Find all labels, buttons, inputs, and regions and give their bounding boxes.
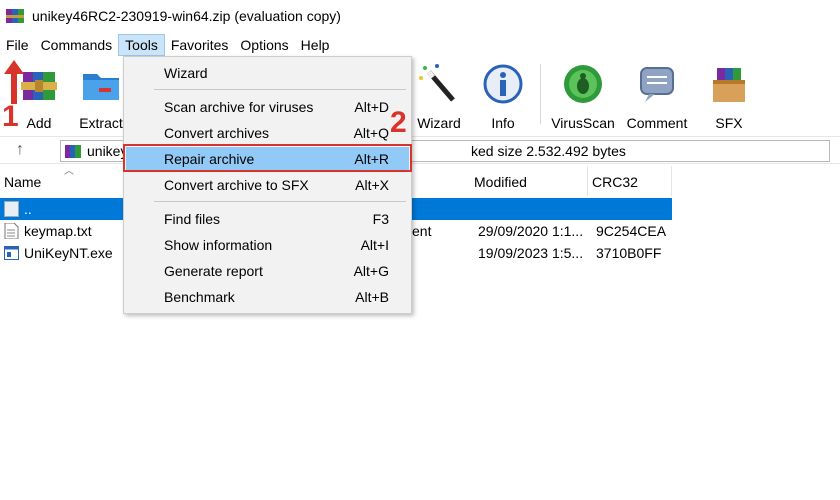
highlight-box (123, 144, 412, 172)
row-type: ent (412, 223, 432, 239)
comment-label: Comment (626, 115, 688, 131)
menu-favorites[interactable]: Favorites (165, 34, 235, 56)
comment-icon (640, 67, 674, 102)
virus-scan-icon (564, 65, 602, 103)
winrar-app-icon (6, 7, 24, 25)
info-button[interactable]: Info (468, 62, 538, 131)
sfx-label: SFX (715, 115, 743, 131)
wizard-button[interactable]: Wizard (404, 62, 474, 131)
menu-tools[interactable]: Tools (118, 34, 165, 56)
archive-summary: ked size 2.532.492 bytes (471, 143, 626, 159)
info-label: Info (491, 115, 515, 131)
menu-item-generate-report[interactable]: Generate report Alt+G (126, 259, 409, 283)
extract-folder-icon (83, 74, 119, 100)
tools-menu: Wizard Scan archive for viruses Alt+D Co… (123, 56, 412, 314)
annotation-step-2: 2 (390, 106, 407, 139)
comment-button[interactable]: Comment (622, 62, 692, 131)
magic-wand-icon (419, 64, 455, 102)
menu-item-scan-archive[interactable]: Scan archive for viruses Alt+D (126, 95, 409, 119)
text-file-icon (4, 223, 19, 239)
menu-item-wizard[interactable]: Wizard (126, 61, 409, 85)
info-icon (483, 64, 523, 104)
menu-help[interactable]: Help (295, 34, 336, 56)
virusscan-button[interactable]: VirusScan (548, 62, 618, 131)
menu-separator (154, 201, 406, 202)
toolbar-separator (540, 64, 541, 124)
menu-bar: File Commands Tools Favorites Options He… (0, 34, 840, 56)
annotation-arrow-icon (4, 60, 24, 104)
menu-item-show-information[interactable]: Show information Alt+I (126, 233, 409, 257)
sort-up-icon: ︿ (64, 166, 74, 177)
up-arrow-icon[interactable]: ↑ (10, 140, 30, 160)
column-crc32[interactable]: CRC32 (588, 166, 672, 196)
menu-file[interactable]: File (0, 34, 35, 56)
column-modified[interactable]: Modified (470, 166, 588, 196)
wizard-label: Wizard (417, 115, 461, 131)
sfx-box-icon (713, 68, 745, 102)
annotation-step-1: 1 (2, 100, 19, 133)
menu-item-convert-archives[interactable]: Convert archives Alt+Q (126, 121, 409, 145)
row-name: UniKeyNT.exe (24, 245, 113, 261)
path-text: unikey (87, 143, 128, 159)
title-bar: unikey46RC2-230919-win64.zip (evaluation… (0, 0, 840, 32)
window-title: unikey46RC2-230919-win64.zip (evaluation… (32, 8, 341, 24)
row-modified: 29/09/2020 1:1... (478, 223, 584, 239)
menu-options[interactable]: Options (234, 34, 294, 56)
exe-file-icon (4, 246, 19, 260)
row-crc: 9C254CEA (596, 223, 667, 239)
menu-item-benchmark[interactable]: Benchmark Alt+B (126, 285, 409, 309)
archive-icon (65, 144, 81, 160)
parent-folder-icon (4, 201, 19, 217)
column-name[interactable]: ︿ Name (0, 166, 138, 196)
row-name: keymap.txt (24, 223, 92, 239)
menu-item-find-files[interactable]: Find files F3 (126, 207, 409, 231)
virusscan-label: VirusScan (551, 115, 615, 131)
row-name: .. (24, 201, 32, 217)
menu-item-convert-to-sfx[interactable]: Convert archive to SFX Alt+X (126, 173, 409, 197)
menu-commands[interactable]: Commands (35, 34, 119, 56)
sfx-button[interactable]: SFX (694, 62, 764, 131)
menu-separator (154, 89, 406, 90)
row-crc: 3710B0FF (596, 245, 662, 261)
row-modified: 19/09/2023 1:5... (478, 245, 584, 261)
